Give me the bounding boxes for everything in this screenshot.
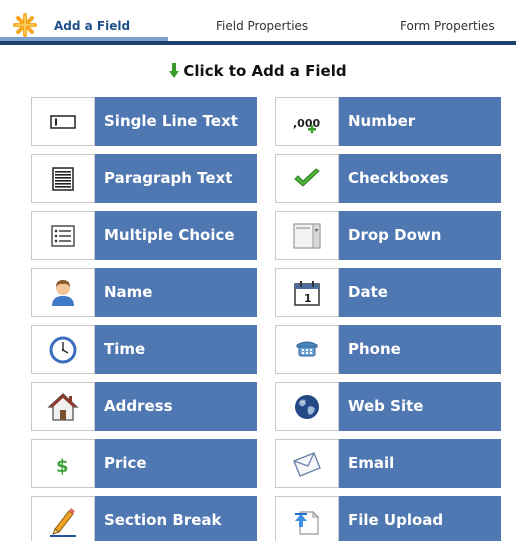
field-icon-box <box>275 154 339 203</box>
heading-text: Click to Add a Field <box>183 62 347 80</box>
field-icon-box <box>275 211 339 260</box>
svg-text:,000: ,000 <box>293 117 320 130</box>
field-icon-box <box>275 382 339 431</box>
down-arrow-icon <box>169 63 180 78</box>
field-icon-box <box>31 268 95 317</box>
field-multiple-choice[interactable]: Multiple Choice <box>31 211 257 260</box>
house-icon <box>47 393 79 421</box>
field-section-break[interactable]: Section Break <box>31 496 257 541</box>
field-label: Date <box>339 268 501 317</box>
field-label: Email <box>339 439 501 488</box>
checkmark-icon <box>294 168 320 187</box>
field-label: Multiple Choice <box>95 211 257 260</box>
tab-add-a-field-label: Add a Field <box>54 19 131 33</box>
svg-text:$: $ <box>56 456 69 477</box>
field-icon-box <box>275 496 339 541</box>
field-label: Time <box>95 325 257 374</box>
field-label: File Upload <box>339 496 501 541</box>
dropdown-icon <box>293 223 321 249</box>
form-builder-panel: Add a Field Field Properties Form Proper… <box>0 0 516 541</box>
field-name[interactable]: Name <box>31 268 257 317</box>
field-icon-box <box>31 154 95 203</box>
field-email[interactable]: Email <box>275 439 501 488</box>
field-icon-box <box>31 211 95 260</box>
calendar-icon: 1 <box>294 281 320 306</box>
field-icon-box: 1 <box>275 268 339 317</box>
field-number[interactable]: ,000 Number <box>275 97 501 146</box>
single-line-text-icon <box>50 115 76 129</box>
field-drop-down[interactable]: Drop Down <box>275 211 501 260</box>
field-icon-box <box>275 325 339 374</box>
tab-form-properties[interactable]: Form Properties <box>400 18 495 34</box>
pencil-icon <box>50 508 76 537</box>
number-icon: ,000 <box>293 117 320 134</box>
field-label: Checkboxes <box>339 154 501 203</box>
field-address[interactable]: Address <box>31 382 257 431</box>
field-label: Number <box>339 97 501 146</box>
asterisk-icon <box>13 13 37 37</box>
field-price[interactable]: $ Price <box>31 439 257 488</box>
field-label: Phone <box>339 325 501 374</box>
field-date[interactable]: 1 Date <box>275 268 501 317</box>
globe-icon <box>295 395 319 419</box>
file-upload-icon <box>295 510 320 535</box>
add-field-heading: Click to Add a Field <box>0 61 516 81</box>
field-label: Price <box>95 439 257 488</box>
person-icon <box>52 280 74 306</box>
paragraph-text-icon <box>52 167 74 191</box>
field-checkboxes[interactable]: Checkboxes <box>275 154 501 203</box>
field-icon-box <box>31 325 95 374</box>
dollar-icon: $ <box>56 456 69 477</box>
tab-underline <box>0 41 516 45</box>
svg-text:1: 1 <box>304 292 312 305</box>
field-grid: Single Line Text ,000 Number Paragraph T… <box>31 97 501 541</box>
field-label: Single Line Text <box>95 97 257 146</box>
field-icon-box <box>31 382 95 431</box>
field-icon-box: ,000 <box>275 97 339 146</box>
field-label: Web Site <box>339 382 501 431</box>
tab-field-properties[interactable]: Field Properties <box>216 18 308 34</box>
field-label: Address <box>95 382 257 431</box>
field-label: Section Break <box>95 496 257 541</box>
field-file-upload[interactable]: File Upload <box>275 496 501 541</box>
field-icon-box <box>31 97 95 146</box>
field-time[interactable]: Time <box>31 325 257 374</box>
list-icon <box>51 225 75 247</box>
field-single-line-text[interactable]: Single Line Text <box>31 97 257 146</box>
clock-icon <box>49 336 77 364</box>
envelope-icon <box>293 452 321 477</box>
phone-icon <box>296 341 318 357</box>
field-label: Name <box>95 268 257 317</box>
field-label: Paragraph Text <box>95 154 257 203</box>
tab-bar: Add a Field Field Properties Form Proper… <box>0 0 516 46</box>
field-icon-box <box>275 439 339 488</box>
field-icon-box: $ <box>31 439 95 488</box>
field-label: Drop Down <box>339 211 501 260</box>
field-paragraph-text[interactable]: Paragraph Text <box>31 154 257 203</box>
field-phone[interactable]: Phone <box>275 325 501 374</box>
field-web-site[interactable]: Web Site <box>275 382 501 431</box>
field-icon-box <box>31 496 95 541</box>
